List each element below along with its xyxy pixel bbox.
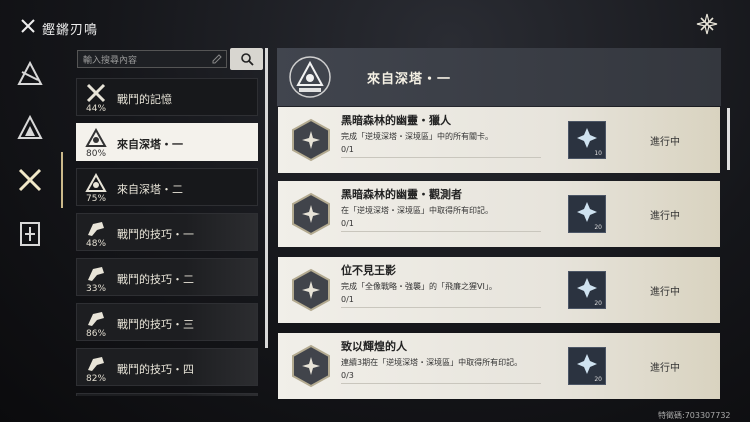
edit-icon bbox=[212, 54, 222, 64]
status-label: 進行中 bbox=[650, 363, 680, 374]
fist-icon bbox=[88, 267, 104, 281]
reward-item[interactable]: 20 bbox=[568, 347, 606, 385]
crystal-icon bbox=[577, 202, 597, 222]
close-icon[interactable] bbox=[696, 13, 718, 35]
reward-item[interactable]: 10 bbox=[568, 121, 606, 159]
search-placeholder: 輸入搜尋內容 bbox=[83, 56, 138, 66]
achievement-name: 黑暗森林的幽靈・觀測者 bbox=[341, 188, 462, 201]
tower-triangle-icon bbox=[85, 128, 107, 147]
category-item[interactable]: 86% 戰鬥的技巧・三 bbox=[76, 303, 258, 341]
search-button[interactable] bbox=[230, 48, 263, 70]
crossed-swords-icon bbox=[21, 19, 35, 33]
category-item-active[interactable]: 80% 來自深塔・一 bbox=[76, 123, 258, 161]
achievement-card[interactable]: 致以輝煌的人 連續3期在「逆境深塔・深境區」中取得所有印記。 0/3 20 進行… bbox=[278, 333, 720, 399]
category-item-partial[interactable] bbox=[76, 393, 258, 396]
achievement-desc: 完成「逆境深塔・深境區」中的所有關卡。 bbox=[341, 132, 493, 141]
tower-emblem-icon bbox=[289, 56, 331, 98]
divider bbox=[341, 157, 541, 158]
divider bbox=[341, 231, 541, 232]
reward-count: 20 bbox=[594, 376, 602, 383]
achievement-name: 位不見王影 bbox=[341, 264, 396, 277]
triangle-icon[interactable] bbox=[14, 112, 46, 144]
achievement-desc: 連續3期在「逆境深塔・深境區」中取得所有印記。 bbox=[341, 358, 523, 367]
category-percent: 80% bbox=[86, 149, 107, 159]
search-icon bbox=[241, 53, 254, 66]
category-label: 來自深塔・一 bbox=[117, 138, 183, 151]
achievement-scrollbar[interactable] bbox=[727, 108, 730, 170]
reward-count: 20 bbox=[594, 300, 602, 307]
divider bbox=[341, 307, 541, 308]
sparkle-hexagon-icon bbox=[292, 192, 330, 236]
category-label: 戰鬥的技巧・二 bbox=[117, 273, 194, 286]
book-icon[interactable] bbox=[14, 218, 46, 250]
achievement-progress: 0/1 bbox=[341, 295, 354, 304]
category-item[interactable]: 75% 來自深塔・二 bbox=[76, 168, 258, 206]
status-label: 進行中 bbox=[650, 211, 680, 222]
achievement-card[interactable]: 黑暗森林的幽靈・獵人 完成「逆境深塔・深境區」中的所有關卡。 0/1 10 進行… bbox=[278, 107, 720, 173]
achievement-progress: 0/1 bbox=[341, 145, 354, 154]
category-percent: 86% bbox=[86, 329, 107, 339]
reward-count: 10 bbox=[594, 150, 602, 157]
category-percent: 82% bbox=[86, 374, 107, 384]
status-label: 進行中 bbox=[650, 137, 680, 148]
category-label: 戰鬥的技巧・四 bbox=[117, 363, 194, 376]
sparkle-hexagon-icon bbox=[292, 344, 330, 388]
reward-count: 20 bbox=[594, 224, 602, 231]
reward-item[interactable]: 20 bbox=[568, 195, 606, 233]
category-label: 戰鬥的技巧・三 bbox=[117, 318, 194, 331]
search-input[interactable]: 輸入搜尋內容 bbox=[77, 50, 227, 68]
triangle-slash-icon[interactable] bbox=[14, 58, 46, 90]
fist-icon bbox=[88, 357, 104, 371]
category-percent: 44% bbox=[86, 104, 107, 114]
crystal-icon bbox=[577, 128, 597, 148]
category-percent: 48% bbox=[86, 239, 107, 249]
category-list: 44% 戰鬥的記憶 80% 來自深塔・一 75% 來自深塔・二 48% 戰鬥的技… bbox=[73, 76, 265, 396]
crystal-icon bbox=[577, 354, 597, 374]
achievement-card[interactable]: 黑暗森林的幽靈・觀測者 在「逆境深塔・深境區」中取得所有印記。 0/1 20 進… bbox=[278, 181, 720, 247]
sparkle-hexagon-icon bbox=[292, 118, 330, 162]
category-item[interactable]: 33% 戰鬥的技巧・二 bbox=[76, 258, 258, 296]
crystal-icon bbox=[577, 278, 597, 298]
category-item[interactable]: 44% 戰鬥的記憶 bbox=[76, 78, 258, 116]
category-percent: 33% bbox=[86, 284, 107, 294]
category-scrollbar[interactable] bbox=[265, 48, 268, 348]
nav-active-indicator bbox=[61, 152, 63, 208]
fist-icon bbox=[88, 222, 104, 236]
category-label: 戰鬥的技巧・一 bbox=[117, 228, 194, 241]
status-label: 進行中 bbox=[650, 287, 680, 298]
panel-title: 來自深塔・一 bbox=[367, 72, 452, 87]
reward-item[interactable]: 20 bbox=[568, 271, 606, 309]
achievement-name: 黑暗森林的幽靈・獵人 bbox=[341, 114, 451, 127]
fist-icon bbox=[88, 312, 104, 326]
left-nav bbox=[0, 48, 62, 422]
achievement-name: 致以輝煌的人 bbox=[341, 340, 407, 353]
top-bar: 鏗鏘刃鳴 bbox=[0, 0, 750, 48]
tower-triangle-icon bbox=[85, 173, 107, 192]
category-percent: 75% bbox=[86, 194, 107, 204]
crossed-swords-icon bbox=[86, 83, 106, 103]
app-title: 鏗鏘刃鳴 bbox=[42, 23, 99, 38]
divider bbox=[341, 383, 541, 384]
achievement-card[interactable]: 位不見王影 完成「全像戰略・強襲」的「飛廉之猩VI」。 0/1 20 進行中 bbox=[278, 257, 720, 323]
watermark: 特徵碼:703307732 bbox=[658, 411, 731, 420]
achievement-desc: 在「逆境深塔・深境區」中取得所有印記。 bbox=[341, 206, 493, 215]
panel-header: 來自深塔・一 bbox=[277, 48, 721, 106]
achievement-progress: 0/1 bbox=[341, 219, 354, 228]
category-label: 戰鬥的記憶 bbox=[117, 93, 172, 106]
category-item[interactable]: 48% 戰鬥的技巧・一 bbox=[76, 213, 258, 251]
crossed-swords-icon[interactable] bbox=[14, 164, 46, 196]
achievement-desc: 完成「全像戰略・強襲」的「飛廉之猩VI」。 bbox=[341, 282, 497, 291]
category-label: 來自深塔・二 bbox=[117, 183, 183, 196]
category-item[interactable]: 82% 戰鬥的技巧・四 bbox=[76, 348, 258, 386]
sparkle-hexagon-icon bbox=[292, 268, 330, 312]
achievement-progress: 0/3 bbox=[341, 371, 354, 380]
